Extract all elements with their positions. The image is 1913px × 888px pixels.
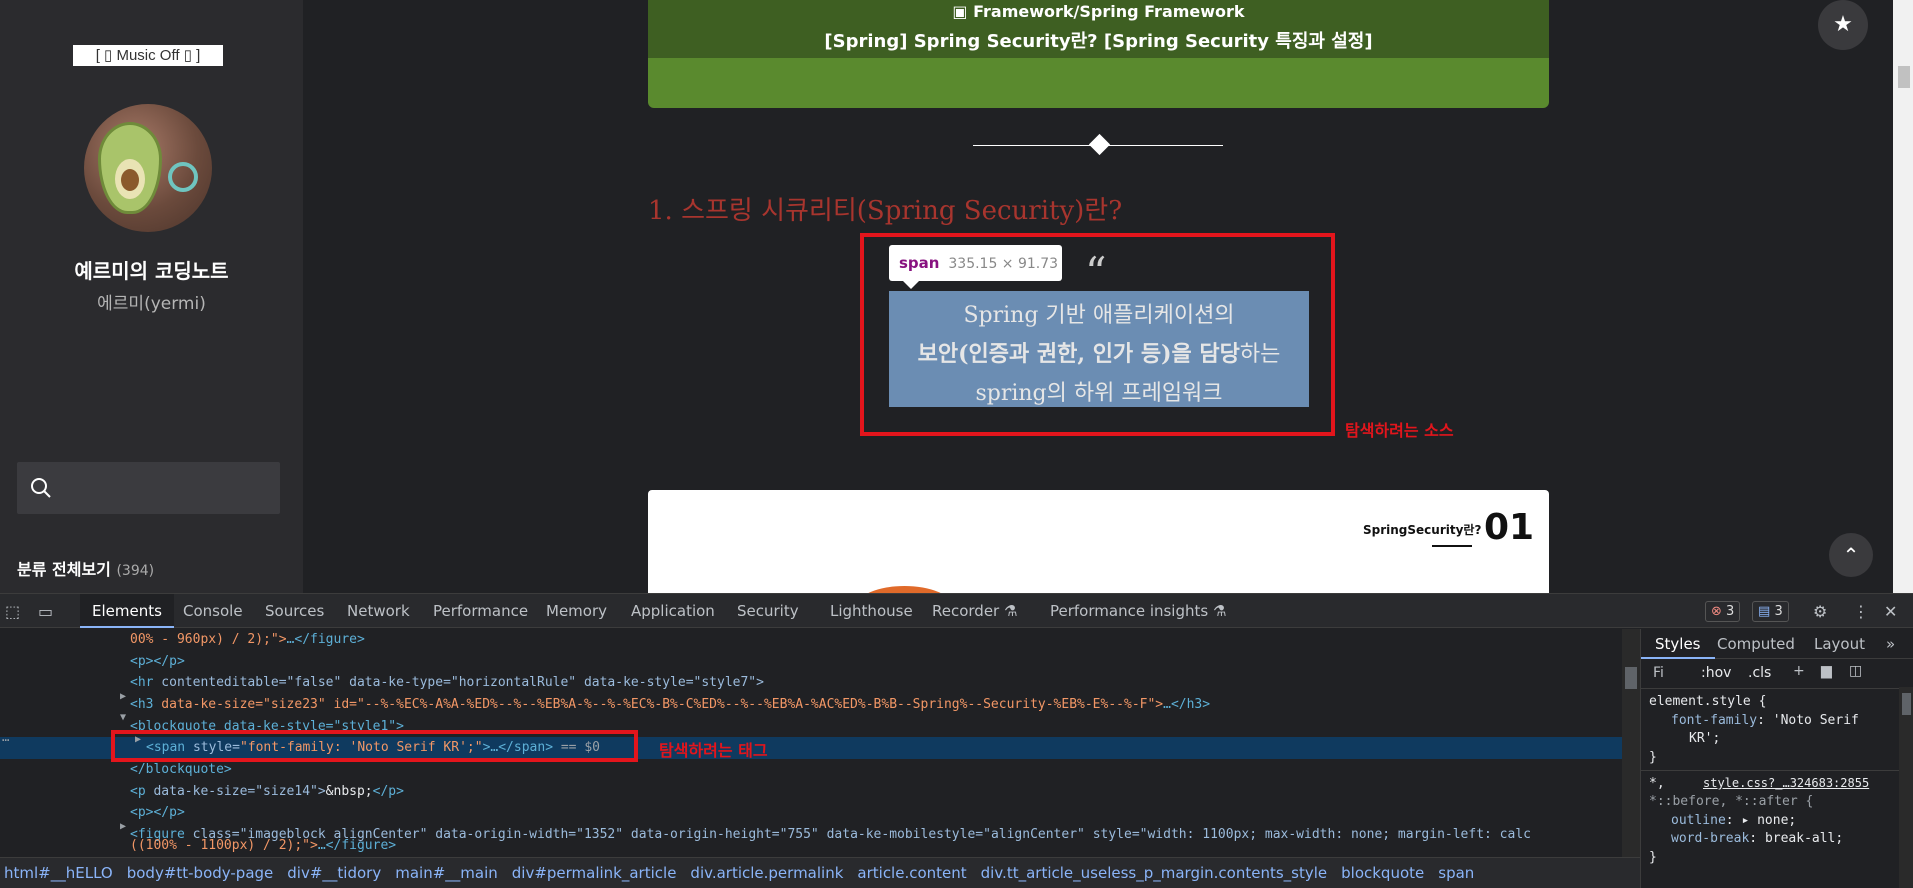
style-property[interactable]: word-break: break-all; bbox=[1671, 831, 1843, 846]
cls-toggle[interactable]: .cls bbox=[1748, 665, 1771, 681]
music-toggle-button[interactable]: [ ▯ Music Off ▯ ] bbox=[73, 45, 223, 66]
style-property[interactable]: outline: ▸ none; bbox=[1671, 813, 1796, 828]
paint-icon[interactable]: ▆ bbox=[1821, 663, 1832, 679]
breadcrumb-item[interactable]: article.content bbox=[857, 864, 966, 882]
dom-line[interactable]: 00% - 960px) / 2);">…</figure> bbox=[130, 629, 365, 651]
rule-selector: element.style { bbox=[1649, 694, 1767, 709]
device-toolbar-icon[interactable]: ▭ bbox=[38, 602, 53, 621]
dom-tree-scrollbar[interactable] bbox=[1622, 629, 1640, 857]
add-rule-icon[interactable]: + bbox=[1793, 663, 1805, 679]
article-image-card bbox=[648, 490, 1549, 593]
inspect-tooltip: span 335.15 × 91.73 bbox=[889, 245, 1062, 281]
category-count: (394) bbox=[116, 563, 155, 579]
dom-line[interactable]: </blockquote> bbox=[130, 759, 232, 781]
more-options-icon[interactable]: ⋮ bbox=[1853, 602, 1869, 621]
inspect-element-icon[interactable]: ⬚ bbox=[5, 602, 20, 621]
blog-owner: 에르미(yermi) bbox=[97, 294, 206, 314]
tab-security[interactable]: Security bbox=[737, 594, 799, 628]
tab-layout[interactable]: Layout bbox=[1814, 629, 1865, 659]
close-icon[interactable]: ✕ bbox=[1884, 602, 1897, 621]
toggle-sidebar-icon[interactable]: ◫ bbox=[1849, 663, 1862, 679]
styles-scrollbar[interactable] bbox=[1899, 687, 1913, 888]
styles-filter-bar: Fi :hov .cls + ▆ ◫ bbox=[1641, 659, 1913, 689]
tooltip-size: 335.15 × 91.73 bbox=[948, 256, 1059, 272]
dom-line[interactable]: ((100% - 1100px) / 2);">…</figure> bbox=[130, 835, 396, 857]
sidebar: [ ▯ Music Off ▯ ] 예르미의 코딩노트 에르미(yermi) 분… bbox=[0, 0, 303, 593]
star-icon[interactable]: ★ bbox=[1818, 0, 1868, 50]
tab-performance[interactable]: Performance bbox=[433, 594, 528, 628]
rule-selector: *::before, *::after { bbox=[1649, 794, 1814, 809]
quote-mark: “ bbox=[1085, 248, 1107, 297]
quote-line-2: 보안(인증과 권한, 인가 등)을 담당하는 bbox=[917, 341, 1281, 367]
collapse-triangle-icon[interactable]: ▼ bbox=[120, 707, 126, 729]
breadcrumb-item[interactable]: main#__main bbox=[395, 864, 498, 882]
quote-line-3: spring의 하위 프레임워크 bbox=[975, 381, 1223, 406]
stylesheet-link[interactable]: style.css?_…324683:2855 bbox=[1703, 776, 1869, 790]
breadcrumb-item[interactable]: span bbox=[1438, 864, 1474, 882]
tab-performance-insights[interactable]: Performance insights ⚗ bbox=[1050, 594, 1226, 628]
card-label: SpringSecurity란? bbox=[1363, 523, 1482, 537]
message-icon: ▤ bbox=[1758, 604, 1771, 619]
rule-diamond bbox=[1088, 133, 1111, 156]
blog-page: [ ▯ Music Off ▯ ] 예르미의 코딩노트 에르미(yermi) 분… bbox=[0, 0, 1913, 593]
annotation-tag: 탐색하려는 태그 bbox=[659, 741, 768, 760]
tab-sources[interactable]: Sources bbox=[265, 594, 324, 628]
breadcrumb-item[interactable]: div#permalink_article bbox=[512, 864, 677, 882]
scroll-top-icon[interactable]: ⌃ bbox=[1829, 533, 1873, 577]
tab-network[interactable]: Network bbox=[347, 594, 410, 628]
tab-application[interactable]: Application bbox=[631, 594, 715, 628]
style-property[interactable]: font-family: 'Noto Serif bbox=[1671, 713, 1859, 728]
expand-triangle-icon[interactable]: ▶ bbox=[120, 816, 126, 838]
dom-line[interactable]: <p data-ke-size="size14">&nbsp;</p> bbox=[130, 781, 404, 803]
card-number: 01 bbox=[1484, 507, 1535, 548]
breadcrumb-item[interactable]: html#__hELLO bbox=[4, 864, 113, 882]
category-all-link[interactable]: 분류 전체보기 (394) bbox=[17, 556, 154, 580]
breadcrumb-item[interactable]: div.tt_article_useless_p_margin.contents… bbox=[981, 864, 1327, 882]
error-count-badge[interactable]: ⊗ 3 bbox=[1705, 601, 1741, 622]
article-title: [Spring] Spring Security란? [Spring Secur… bbox=[824, 31, 1373, 52]
article-category[interactable]: ▣ Framework/Spring Framework bbox=[648, 2, 1549, 21]
dom-line[interactable]: <hr contenteditable="false" data-ke-type… bbox=[130, 672, 764, 694]
filter-input[interactable]: Fi bbox=[1653, 665, 1664, 681]
section-heading: 1. 스프링 시큐리티(Spring Security)란? bbox=[648, 196, 1123, 226]
breadcrumb: html#__hELLO body#tt-body-page div#__tidor… bbox=[0, 857, 1640, 888]
devtools-panel: ⬚ ▭ Elements Console Sources Network Per… bbox=[0, 593, 1913, 888]
tooltip-tag: span bbox=[899, 254, 940, 272]
category-label: 분류 전체보기 bbox=[17, 560, 111, 579]
styles-tabbar: Styles Computed Layout » bbox=[1641, 629, 1913, 659]
error-icon: ⊗ bbox=[1711, 604, 1722, 619]
dom-line[interactable]: <p></p> bbox=[130, 802, 185, 824]
devtools-tabbar: ⬚ ▭ Elements Console Sources Network Per… bbox=[0, 594, 1913, 628]
breadcrumb-item[interactable]: div.article.permalink bbox=[690, 864, 843, 882]
dom-line[interactable]: <p></p> bbox=[130, 651, 185, 673]
breadcrumb-item[interactable]: div#__tidory bbox=[287, 864, 381, 882]
tab-computed[interactable]: Computed bbox=[1717, 629, 1795, 659]
message-count-badge[interactable]: ▤ 3 bbox=[1752, 601, 1789, 622]
blog-title[interactable]: 예르미의 코딩노트 bbox=[0, 255, 303, 284]
tab-recorder[interactable]: Recorder ⚗ bbox=[932, 594, 1017, 628]
hov-toggle[interactable]: :hov bbox=[1701, 665, 1731, 681]
breadcrumb-item[interactable]: body#tt-body-page bbox=[127, 864, 274, 882]
avatar[interactable] bbox=[84, 104, 212, 232]
styles-pane: Styles Computed Layout » Fi :hov .cls + … bbox=[1640, 629, 1913, 888]
breadcrumb-item[interactable]: blockquote bbox=[1341, 864, 1424, 882]
gear-icon[interactable]: ⚙ bbox=[1813, 602, 1827, 621]
expand-triangle-icon[interactable]: ▶ bbox=[120, 686, 126, 708]
tag-highlight-box bbox=[111, 730, 638, 762]
dom-line[interactable]: <h3 data-ke-size="size23" id="--%-%EC%-A… bbox=[130, 694, 1210, 716]
keyring-image bbox=[168, 162, 198, 192]
rule-selector: *, bbox=[1649, 776, 1665, 791]
tab-lighthouse[interactable]: Lighthouse bbox=[830, 594, 913, 628]
tab-styles[interactable]: Styles bbox=[1641, 629, 1715, 659]
quote-line-1: Spring 기반 애플리케이션의 bbox=[963, 303, 1235, 328]
more-tabs-icon[interactable]: » bbox=[1886, 629, 1895, 659]
tab-memory[interactable]: Memory bbox=[546, 594, 607, 628]
search-icon bbox=[31, 478, 51, 498]
annotation-source: 탐색하려는 소스 bbox=[1345, 421, 1454, 440]
page-scrollbar[interactable] bbox=[1893, 0, 1913, 593]
tab-elements[interactable]: Elements bbox=[80, 594, 174, 628]
search-input[interactable] bbox=[17, 462, 280, 514]
tab-console[interactable]: Console bbox=[183, 594, 243, 628]
avocado-image bbox=[98, 122, 162, 214]
